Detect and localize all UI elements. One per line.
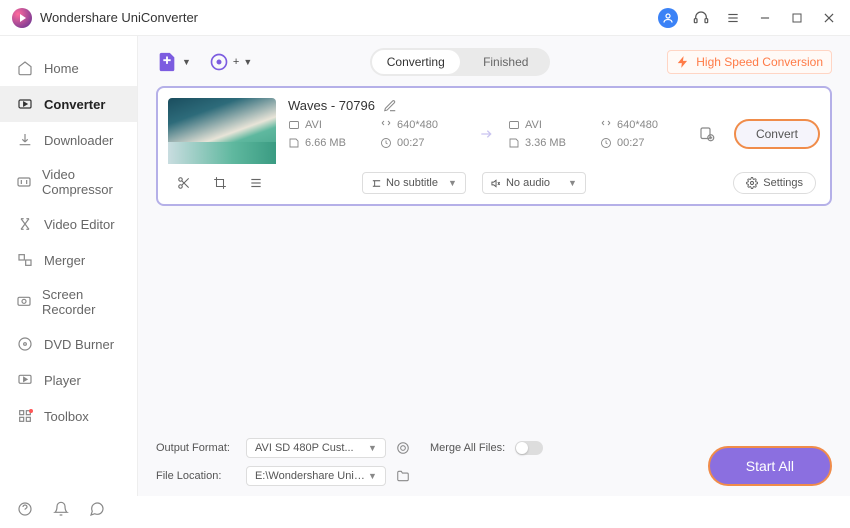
folder-icon[interactable] xyxy=(396,469,410,483)
sidebar-item-editor[interactable]: Video Editor xyxy=(0,206,137,242)
dst-duration: 00:27 xyxy=(600,137,684,149)
sidebar-item-player[interactable]: Player xyxy=(0,362,137,398)
sidebar-item-label: Video Compressor xyxy=(42,167,121,197)
help-icon[interactable] xyxy=(16,500,34,518)
arrow-icon xyxy=(472,126,500,142)
toolbox-icon xyxy=(16,407,34,425)
dst-format: AVI xyxy=(508,119,592,131)
dvd-icon xyxy=(16,335,34,353)
recorder-icon xyxy=(16,293,32,311)
file-location-select[interactable]: E:\Wondershare UniConverter▼ xyxy=(246,466,386,486)
close-icon[interactable] xyxy=(820,9,838,27)
sidebar-item-label: Video Editor xyxy=(44,217,115,232)
sidebar-item-downloader[interactable]: Downloader xyxy=(0,122,137,158)
sidebar-item-label: DVD Burner xyxy=(44,337,114,352)
downloader-icon xyxy=(16,131,34,149)
sidebar-item-toolbox[interactable]: Toolbox xyxy=(0,398,137,434)
subtitle-select[interactable]: No subtitle▼ xyxy=(362,172,466,194)
merge-label: Merge All Files: xyxy=(430,442,505,454)
hsc-label: High Speed Conversion xyxy=(696,55,823,69)
add-dvd-button[interactable]: + ▼ xyxy=(209,52,252,72)
add-file-button[interactable]: ▼ xyxy=(156,51,191,73)
dst-size: 3.36 MB xyxy=(508,137,592,149)
lightning-icon xyxy=(676,55,690,69)
video-thumbnail[interactable] xyxy=(168,98,276,164)
file-location-label: File Location: xyxy=(156,470,236,482)
sidebar-item-compressor[interactable]: Video Compressor xyxy=(0,158,137,206)
sidebar-item-label: Downloader xyxy=(44,133,113,148)
src-duration: 00:27 xyxy=(380,137,464,149)
merger-icon xyxy=(16,251,34,269)
high-speed-conversion-button[interactable]: High Speed Conversion xyxy=(667,50,832,74)
app-logo xyxy=(12,8,32,28)
convert-button[interactable]: Convert xyxy=(734,119,820,149)
dst-resolution: 640*480 xyxy=(600,119,684,131)
converter-icon xyxy=(16,95,34,113)
src-size: 6.66 MB xyxy=(288,137,372,149)
app-title: Wondershare UniConverter xyxy=(40,10,198,25)
target-icon[interactable] xyxy=(396,441,410,455)
sidebar-item-label: Merger xyxy=(44,253,85,268)
sidebar-item-label: Toolbox xyxy=(44,409,89,424)
sidebar-item-label: Screen Recorder xyxy=(42,287,121,317)
src-resolution: 640*480 xyxy=(380,119,464,131)
crop-icon[interactable] xyxy=(210,176,230,190)
output-format-select[interactable]: AVI SD 480P Cust...▼ xyxy=(246,438,386,458)
trim-icon[interactable] xyxy=(174,176,194,190)
maximize-icon[interactable] xyxy=(788,9,806,27)
tab-converting[interactable]: Converting xyxy=(372,50,460,74)
bell-icon[interactable] xyxy=(52,500,70,518)
sidebar-item-label: Converter xyxy=(44,97,105,112)
edit-title-icon[interactable] xyxy=(383,99,397,113)
home-icon xyxy=(16,59,34,77)
player-icon xyxy=(16,371,34,389)
file-title: Waves - 70796 xyxy=(288,98,375,113)
chevron-down-icon: ▼ xyxy=(182,57,191,67)
plus-icon: + xyxy=(233,56,239,68)
settings-button[interactable]: Settings xyxy=(733,172,816,194)
menu-lines-icon[interactable] xyxy=(246,176,266,190)
feedback-icon[interactable] xyxy=(88,500,106,518)
sidebar-item-dvd[interactable]: DVD Burner xyxy=(0,326,137,362)
merge-toggle[interactable] xyxy=(515,441,543,455)
file-card: Waves - 70796 AVI 6.66 MB 640*480 00:27 xyxy=(156,86,832,206)
compressor-icon xyxy=(16,173,32,191)
editor-icon xyxy=(16,215,34,233)
audio-select[interactable]: No audio▼ xyxy=(482,172,586,194)
sidebar-item-label: Player xyxy=(44,373,81,388)
sidebar-item-converter[interactable]: Converter xyxy=(0,86,137,122)
chevron-down-icon: ▼ xyxy=(243,57,252,67)
sidebar-item-recorder[interactable]: Screen Recorder xyxy=(0,278,137,326)
sidebar-item-home[interactable]: Home xyxy=(0,50,137,86)
file-settings-icon[interactable] xyxy=(698,125,716,143)
sidebar-item-label: Home xyxy=(44,61,79,76)
account-avatar-icon[interactable] xyxy=(658,8,678,28)
output-format-label: Output Format: xyxy=(156,442,236,454)
sidebar: Home Converter Downloader Video Compress… xyxy=(0,36,138,496)
sidebar-item-merger[interactable]: Merger xyxy=(0,242,137,278)
minimize-icon[interactable] xyxy=(756,9,774,27)
menu-icon[interactable] xyxy=(724,9,742,27)
tab-finished[interactable]: Finished xyxy=(462,48,550,76)
status-tabs: Converting Finished xyxy=(370,48,550,76)
titlebar: Wondershare UniConverter xyxy=(0,0,850,36)
start-all-button[interactable]: Start All xyxy=(708,446,832,486)
src-format: AVI xyxy=(288,119,372,131)
headset-icon[interactable] xyxy=(692,9,710,27)
